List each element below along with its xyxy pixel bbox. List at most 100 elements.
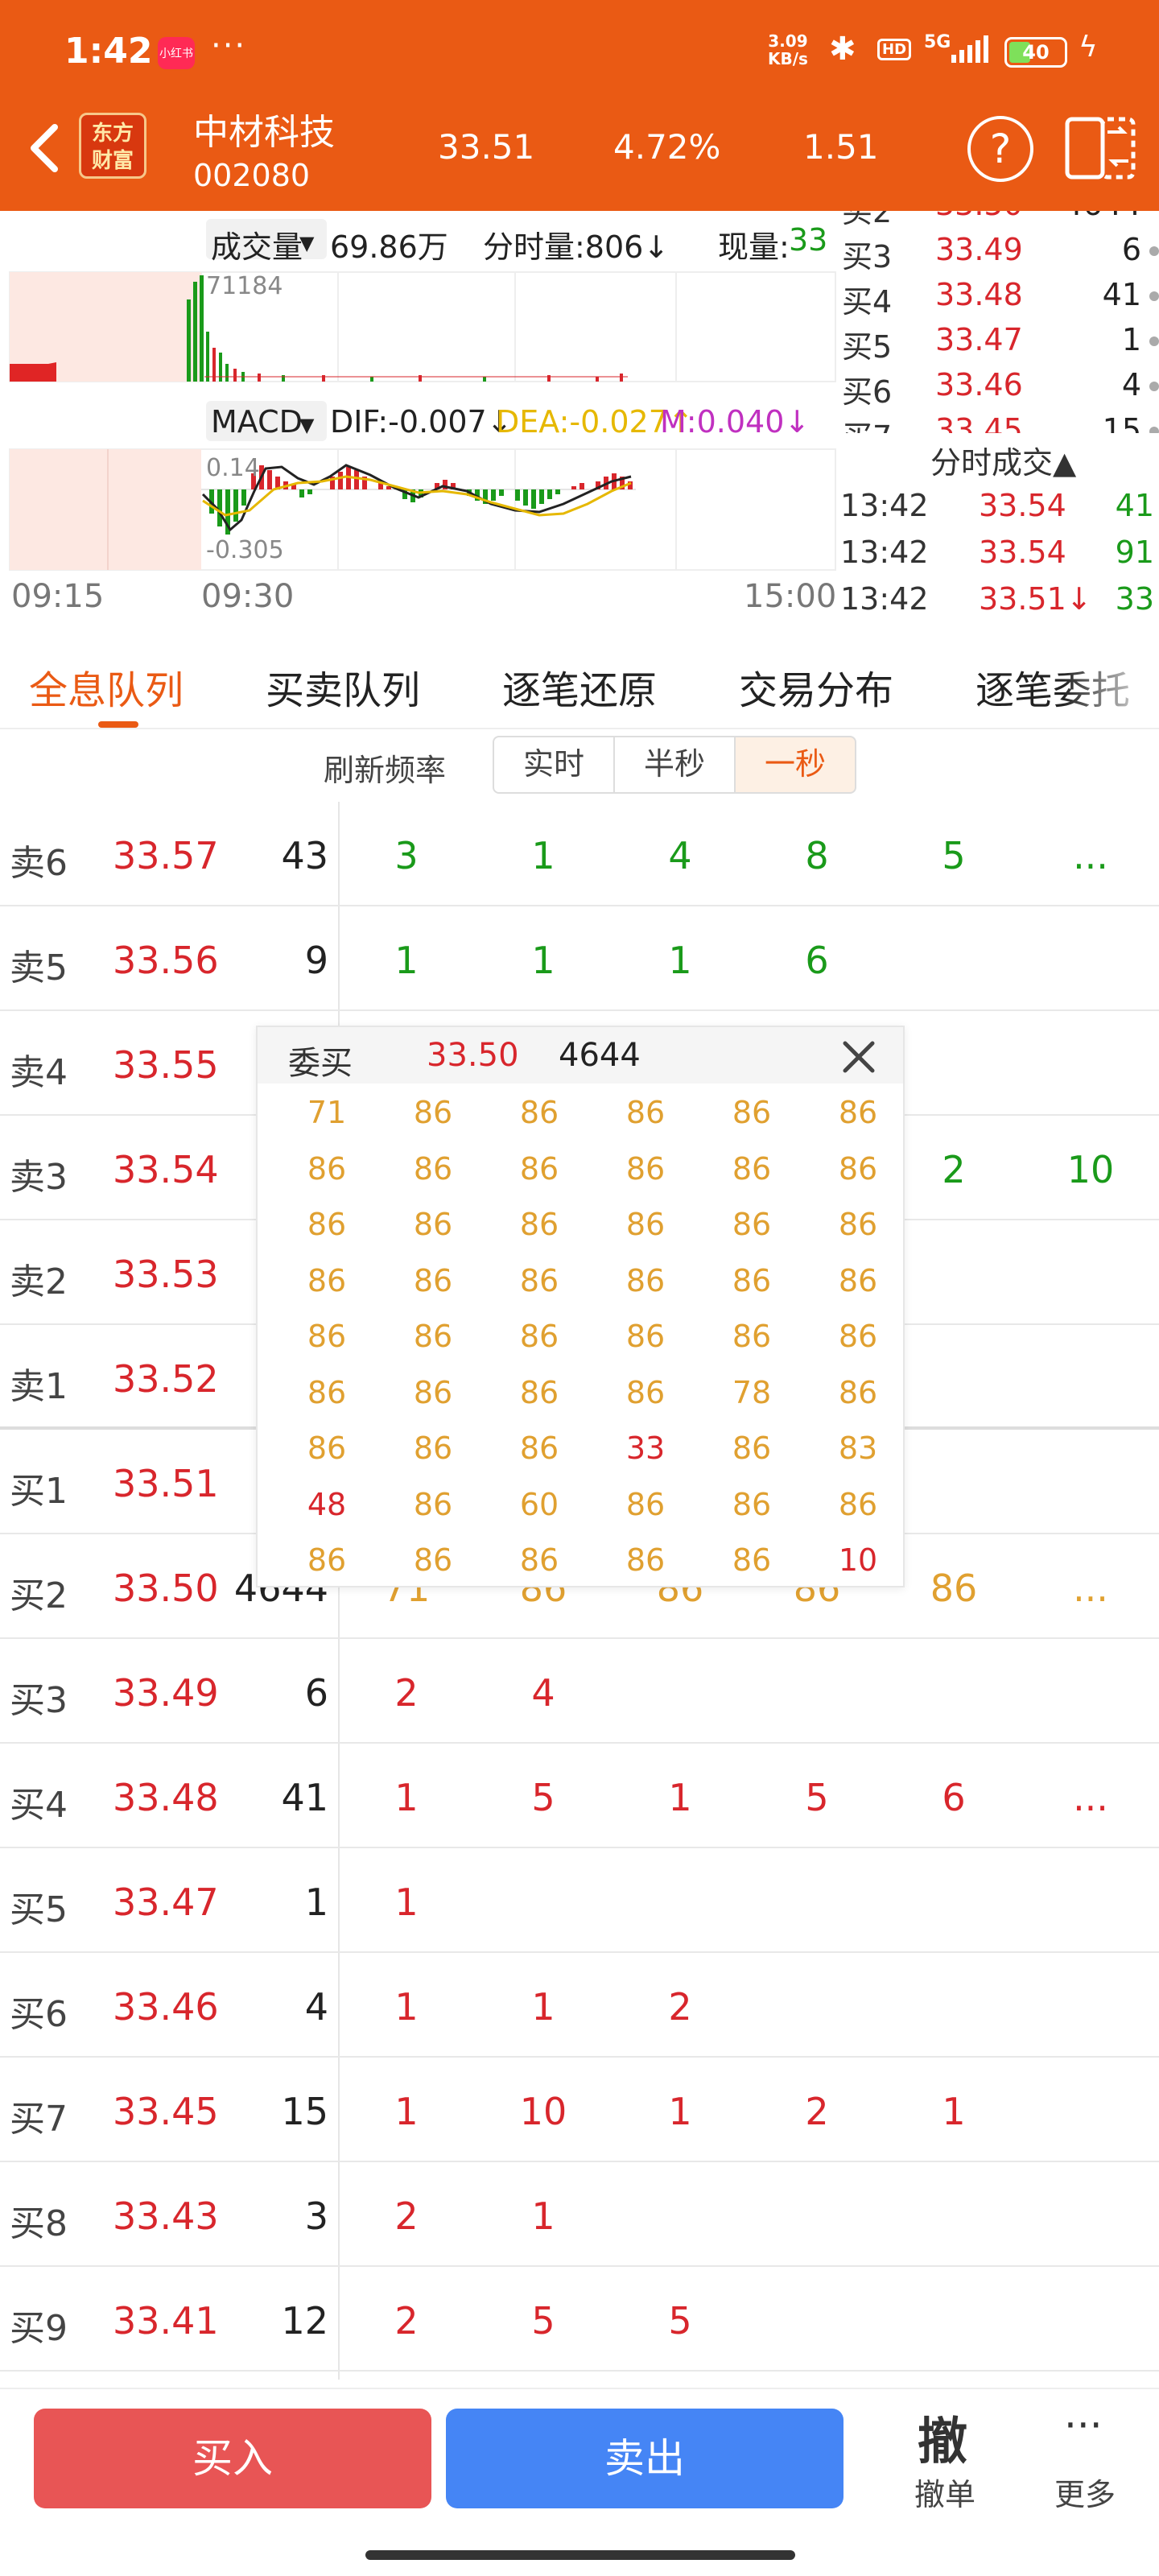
- queue-volume: 1: [304, 1880, 328, 1924]
- stock-price: 33.51: [438, 127, 535, 167]
- queue-row[interactable]: 买3 33.49 6 2 4: [0, 1639, 1159, 1744]
- close-icon[interactable]: [837, 1035, 881, 1079]
- popup-order-cell: 86: [519, 1207, 559, 1242]
- sell-button[interactable]: 卖出: [446, 2409, 843, 2508]
- popup-order-cell: 86: [413, 1095, 453, 1130]
- popup-order-cell: 86: [307, 1262, 347, 1298]
- popup-order-cell: 86: [732, 1430, 772, 1466]
- popup-order-cell: 86: [519, 1430, 559, 1466]
- popup-order-cell: 33: [625, 1430, 666, 1466]
- notification-app-badge: 小红书: [158, 37, 195, 69]
- queue-order-cell: 10: [1066, 1148, 1115, 1191]
- orderbook-row: 买2 33.50 4644: [837, 211, 1159, 232]
- queue-price: 33.57: [113, 834, 219, 877]
- queue-row[interactable]: 买4 33.48 41 1 5 1 5 6...: [0, 1744, 1159, 1848]
- popup-order-cell: 71: [307, 1095, 347, 1130]
- popup-header: 委买 33.50 4644: [258, 1027, 903, 1084]
- battery-level: 40: [1022, 41, 1050, 64]
- popup-order-cell: 86: [838, 1262, 878, 1298]
- tab-full-queue[interactable]: 全息队列: [29, 658, 184, 715]
- queue-order-cell: 1: [531, 2194, 555, 2238]
- queue-price: 33.53: [113, 1253, 219, 1296]
- volume-indicator-label: 成交量: [211, 229, 303, 265]
- active-tab-indicator: [98, 721, 138, 728]
- queue-order-cell: 1: [531, 1985, 555, 2029]
- popup-order-cell: 86: [732, 1207, 772, 1242]
- popup-order-cell: 86: [625, 1150, 666, 1187]
- queue-row[interactable]: 卖6 33.57 43 3 1 4 8 5...: [0, 802, 1159, 906]
- queue-row[interactable]: 买7 33.45 15 1 10 1 2 1: [0, 2058, 1159, 2162]
- queue-volume: 15: [281, 2090, 328, 2133]
- cancel-order-icon[interactable]: 撤: [918, 2401, 967, 2473]
- refresh-option-one-second[interactable]: 一秒: [734, 736, 856, 794]
- macd-bottom-label: -0.305: [206, 536, 284, 564]
- refresh-option-realtime[interactable]: 实时: [493, 736, 615, 794]
- queue-order-cell: 5: [668, 2299, 692, 2343]
- home-indicator[interactable]: [365, 2550, 795, 2560]
- tab-bid-ask-queue[interactable]: 买卖队列: [266, 658, 420, 715]
- time-axis-end: 15:00: [744, 578, 837, 615]
- queue-order-cell: 3: [394, 834, 419, 877]
- queue-price: 33.56: [113, 939, 219, 982]
- queue-order-cell: 1: [394, 1880, 419, 1924]
- hd-icon: HD: [877, 39, 912, 60]
- popup-order-cell: 86: [838, 1150, 878, 1187]
- network-speed: 3.09 KB/s: [768, 31, 808, 68]
- queue-volume: 9: [304, 939, 328, 982]
- queue-row[interactable]: 买5 33.47 1 1: [0, 1848, 1159, 1953]
- dot-icon: [1149, 427, 1159, 433]
- queue-order-cell: ...: [1073, 834, 1108, 877]
- tab-tick-replay[interactable]: 逐笔还原: [502, 658, 657, 715]
- queue-level-label: 买4: [10, 1785, 68, 1826]
- popup-order-cell: 86: [732, 1542, 772, 1578]
- ticks-toggle[interactable]: 分时成交▲: [930, 438, 1076, 482]
- more-icon[interactable]: ···: [1064, 2402, 1103, 2449]
- queue-order-cell: 1: [394, 1776, 419, 1819]
- queue-order-cell: 1: [942, 2090, 966, 2133]
- signal-icon: [951, 35, 988, 63]
- stock-name[interactable]: 中材科技: [193, 103, 335, 155]
- minute-volume: 分时量:806↓: [483, 229, 670, 265]
- queue-row[interactable]: 买8 33.43 3 2 1: [0, 2162, 1159, 2267]
- queue-volume: 41: [281, 1776, 328, 1819]
- chevron-down-icon: ▼: [299, 414, 315, 436]
- tick-row: 13:42 33.51↓ 33: [840, 581, 1154, 617]
- queue-level-label: 买5: [10, 1889, 68, 1930]
- time-axis-open: 09:30: [201, 578, 295, 615]
- macd-dif: DIF:-0.007↓: [330, 404, 513, 440]
- stock-code: 002080: [193, 158, 311, 193]
- macd-label: MACD: [211, 404, 303, 440]
- queue-row[interactable]: 卖5 33.56 9 1 1 1 6: [0, 906, 1159, 1011]
- layout-switch-icon[interactable]: [1064, 113, 1136, 182]
- queue-level-label: 卖6: [10, 843, 68, 884]
- orderbook-panel[interactable]: 买2 33.50 4644 买3 33.49 6 买4 33.48 41 买5 …: [837, 211, 1159, 433]
- popup-order-cell: 86: [838, 1319, 878, 1354]
- charging-icon: ϟ: [1079, 31, 1098, 64]
- help-icon[interactable]: ?: [967, 116, 1033, 182]
- popup-order-cell: 86: [838, 1095, 878, 1130]
- buy-button[interactable]: 买入: [34, 2409, 431, 2508]
- queue-row[interactable]: 买6 33.46 4 1 1 2: [0, 1953, 1159, 2058]
- chevron-down-icon: ▼: [299, 232, 315, 254]
- popup-volume: 4644: [559, 1037, 641, 1074]
- queue-price: 33.45: [113, 2090, 219, 2133]
- more-label[interactable]: 更多: [1054, 2470, 1116, 2514]
- queue-price: 33.52: [113, 1357, 219, 1401]
- tab-trade-distribution[interactable]: 交易分布: [739, 658, 893, 715]
- cancel-order-label[interactable]: 撤单: [914, 2470, 975, 2514]
- popup-order-cell: 86: [625, 1262, 666, 1298]
- popup-order-cell: 86: [625, 1486, 666, 1522]
- dot-icon: [1149, 291, 1159, 301]
- queue-level-label: 卖1: [10, 1366, 68, 1407]
- intraday-chart: 成交量 ▼ 69.86万 分时量:806↓ 现量: 33 71184 MACD …: [0, 211, 1159, 630]
- queue-order-cell: 5: [805, 1776, 829, 1819]
- queue-row[interactable]: 买9 33.41 12 2 5 5: [0, 2267, 1159, 2372]
- refresh-option-half-second[interactable]: 半秒: [613, 736, 736, 794]
- queue-order-cell: 1: [394, 2090, 419, 2133]
- tab-fade: [1062, 631, 1159, 728]
- queue-price: 33.55: [113, 1043, 219, 1087]
- popup-order-cell: 86: [732, 1262, 772, 1298]
- back-arrow-icon[interactable]: [19, 116, 68, 180]
- queue-level-label: 卖2: [10, 1261, 68, 1302]
- order-queue-popup: 委买 33.50 4644 71 86 86 86 86 86 86 86 86 86 86 86 86…: [256, 1026, 905, 1587]
